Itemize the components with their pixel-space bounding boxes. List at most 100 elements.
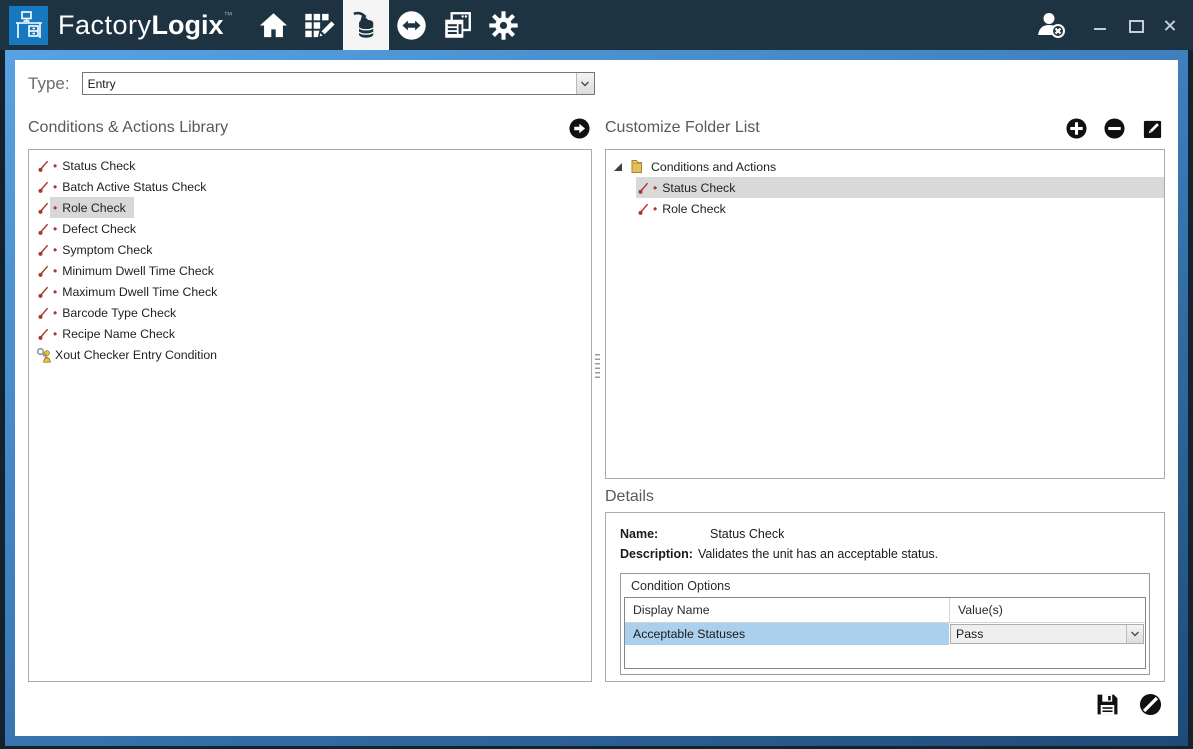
library-item-label: Batch Active Status Check bbox=[62, 180, 206, 194]
folder-list-title: Customize Folder List bbox=[605, 119, 760, 137]
option-rows: Acceptable Statuses Pass bbox=[625, 623, 1145, 645]
library-list-item[interactable]: •Defect Check bbox=[29, 218, 591, 239]
details-panel: Name: Status Check Description: Validate… bbox=[605, 512, 1165, 682]
library-item-label: Xout Checker Entry Condition bbox=[55, 348, 217, 362]
library-item-label: Symptom Check bbox=[62, 243, 152, 257]
details-name-label: Name: bbox=[620, 527, 710, 541]
maximize-button[interactable] bbox=[1128, 18, 1142, 32]
folder-tree-item-label: Role Check bbox=[662, 202, 726, 216]
save-icon[interactable] bbox=[1096, 693, 1119, 716]
red-bullet: • bbox=[53, 286, 57, 298]
condition-pin-icon bbox=[36, 159, 50, 173]
type-label: Type: bbox=[28, 74, 70, 94]
tree-indent bbox=[606, 198, 636, 219]
library-list-item[interactable]: • Barcode Type Check bbox=[29, 302, 591, 323]
condition-pin-icon bbox=[36, 327, 50, 341]
type-dropdown-value: Entry bbox=[83, 77, 576, 91]
library-item-label: Recipe Name Check bbox=[62, 327, 175, 341]
red-bullet: • bbox=[653, 203, 657, 215]
details-description-value: Validates the unit has an acceptable sta… bbox=[698, 547, 938, 561]
folder-tree-root[interactable]: Conditions and Actions bbox=[606, 156, 1164, 177]
arrow-right-circle-icon[interactable] bbox=[569, 118, 590, 139]
remove-circle-icon[interactable] bbox=[1104, 118, 1125, 139]
chevron-down-icon[interactable] bbox=[576, 73, 594, 94]
library-list-item[interactable]: • Status Check bbox=[29, 155, 591, 176]
window-controls bbox=[1093, 18, 1177, 32]
minimize-button[interactable] bbox=[1093, 18, 1107, 32]
folder-tree-children: • Status Check • Role Check bbox=[606, 177, 1164, 219]
edit-pencil-icon[interactable] bbox=[1142, 118, 1163, 139]
details-name-value: Status Check bbox=[710, 527, 784, 541]
library-list-item[interactable]: • Symptom Check bbox=[29, 239, 591, 260]
option-value-cell: Pass bbox=[949, 623, 1145, 645]
library-list-item[interactable]: • Role Check bbox=[29, 197, 591, 218]
production-grid-pencil-icon[interactable] bbox=[297, 0, 343, 50]
app-title: FactoryLogix™ bbox=[58, 10, 233, 41]
library-item-label: Maximum Dwell Time Check bbox=[62, 285, 217, 299]
library-list: • Status Check • Batch Active Status Check… bbox=[28, 149, 592, 682]
window-frame: Type: Entry Conditions & Actions Library… bbox=[5, 50, 1188, 746]
red-bullet: • bbox=[53, 328, 57, 340]
tree-expander-icon[interactable] bbox=[614, 163, 622, 171]
library-item-label: Minimum Dwell Time Check bbox=[62, 264, 214, 278]
red-bullet: • bbox=[53, 181, 57, 193]
transfer-circle-arrows-icon[interactable] bbox=[389, 0, 435, 50]
column-header-display-name: Display Name bbox=[625, 598, 949, 622]
red-bullet: • bbox=[53, 265, 57, 277]
cancel-icon[interactable] bbox=[1139, 693, 1162, 716]
main-nav bbox=[251, 0, 527, 50]
option-value-dropdown[interactable]: Pass bbox=[950, 624, 1144, 644]
option-value-text: Pass bbox=[951, 627, 1126, 641]
library-list-item[interactable]: • Minimum Dwell Time Check bbox=[29, 260, 591, 281]
condition-pin-icon bbox=[36, 222, 50, 236]
folder-tree-item[interactable]: • Role Check bbox=[606, 198, 1164, 219]
tree-indent bbox=[606, 177, 636, 198]
condition-options-panel: Condition Options Display Name Value(s) … bbox=[620, 573, 1150, 675]
home-icon[interactable] bbox=[251, 0, 297, 50]
folder-tree-root-label: Conditions and Actions bbox=[651, 160, 776, 174]
xout-wrench-icon bbox=[36, 347, 52, 363]
folder-tree-item-label: Status Check bbox=[662, 181, 735, 195]
library-list-item[interactable]: • Batch Active Status Check bbox=[29, 176, 591, 197]
library-item-label: Status Check bbox=[62, 159, 135, 173]
settings-gear-icon[interactable] bbox=[481, 0, 527, 50]
condition-pin-icon bbox=[36, 201, 50, 215]
condition-options-grid: Display Name Value(s) Acceptable Statuse… bbox=[624, 597, 1146, 669]
library-item-label: Role Check bbox=[62, 201, 126, 215]
user-logout-icon[interactable] bbox=[1031, 5, 1071, 45]
chevron-down-icon[interactable] bbox=[1126, 625, 1143, 643]
condition-pin-icon bbox=[636, 181, 650, 195]
option-name-cell[interactable]: Acceptable Statuses bbox=[625, 623, 949, 645]
library-database-icon[interactable] bbox=[343, 0, 389, 50]
folder-tree-item[interactable]: • Status Check bbox=[606, 177, 1164, 198]
red-bullet: • bbox=[53, 307, 57, 319]
condition-pin-icon bbox=[36, 180, 50, 194]
library-list-item[interactable]: • Recipe Name Check bbox=[29, 323, 591, 344]
folder-icon bbox=[629, 159, 644, 174]
condition-options-title: Condition Options bbox=[621, 574, 1149, 597]
close-button[interactable] bbox=[1163, 18, 1177, 32]
titlebar: FactoryLogix™ bbox=[0, 0, 1193, 50]
footer-actions bbox=[605, 682, 1165, 726]
library-list-item[interactable]: Xout Checker Entry Condition bbox=[29, 344, 591, 365]
desk-computer-icon bbox=[9, 6, 48, 45]
condition-pin-icon bbox=[36, 264, 50, 278]
condition-pin-icon bbox=[636, 202, 650, 216]
details-description-label: Description: bbox=[620, 547, 693, 561]
option-row[interactable]: Acceptable Statuses Pass bbox=[625, 623, 1145, 645]
column-header-values: Value(s) bbox=[949, 598, 1145, 622]
red-bullet: • bbox=[53, 160, 57, 172]
main-content: Type: Entry Conditions & Actions Library… bbox=[15, 60, 1178, 736]
type-dropdown[interactable]: Entry bbox=[82, 72, 595, 95]
red-bullet: • bbox=[53, 244, 57, 256]
red-bullet: • bbox=[53, 223, 57, 235]
red-bullet: • bbox=[53, 202, 57, 214]
library-item-label: Barcode Type Check bbox=[62, 306, 176, 320]
condition-pin-icon bbox=[36, 306, 50, 320]
reports-windows-icon[interactable] bbox=[435, 0, 481, 50]
red-bullet: • bbox=[653, 182, 657, 194]
add-circle-icon[interactable] bbox=[1066, 118, 1087, 139]
condition-pin-icon bbox=[36, 285, 50, 299]
column-splitter[interactable] bbox=[594, 354, 600, 380]
library-list-item[interactable]: • Maximum Dwell Time Check bbox=[29, 281, 591, 302]
